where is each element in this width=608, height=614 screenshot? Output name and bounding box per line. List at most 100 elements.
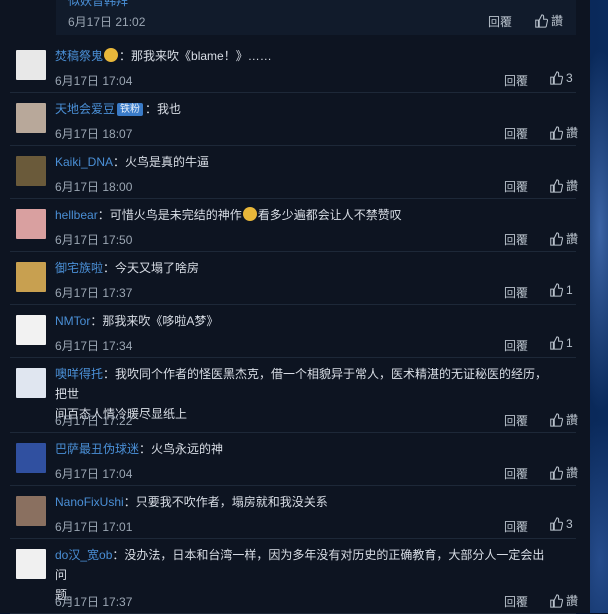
comment-item: hellbear：可惜火鸟是未完结的神作 看多少遍都会让人不禁赞叹 6月17日 17…: [0, 199, 590, 252]
like-count: 讚: [566, 413, 579, 427]
nested-reply: 似妖音韩拜 6月17日 21:02 回覆 讚: [56, 0, 576, 35]
avatar[interactable]: [16, 262, 46, 292]
avatar[interactable]: [16, 496, 46, 526]
like-label: 讚: [551, 14, 564, 28]
thumbs-up-icon: [550, 178, 563, 193]
like-button[interactable]: 讚: [549, 230, 578, 247]
thumbs-up-icon: [550, 336, 563, 350]
comment-item: NMTor：那我来吹《哆啦A梦》 6月17日 17:34 回覆 1: [0, 305, 590, 358]
like-count: 1: [566, 283, 573, 297]
username[interactable]: 天地会爱豆: [55, 102, 115, 116]
like-button[interactable]: 讚: [549, 177, 578, 194]
comment-body: ：只要我不吹作者，塌房就和我没关系: [123, 495, 328, 509]
thumbs-up-icon: [550, 71, 563, 85]
comment-body: ：我吹同个作者的怪医黑杰克，借一个相貌异于常人，医术精湛的无证秘医的经历，把世: [55, 367, 548, 401]
reply-button[interactable]: 回覆: [504, 125, 528, 142]
avatar[interactable]: [16, 156, 46, 186]
avatar[interactable]: [16, 368, 46, 398]
nested-reply-username[interactable]: 似妖音韩拜: [68, 0, 128, 9]
thumbs-up-icon: [550, 412, 563, 427]
like-button[interactable]: 3: [549, 517, 573, 531]
like-button[interactable]: 讚: [549, 411, 578, 428]
comment-text: 巴萨最丑伪球迷：火鸟永远的神: [55, 439, 555, 459]
like-button[interactable]: 3: [549, 71, 573, 85]
comment-body: ：今天又塌了啥房: [103, 261, 200, 275]
comment-time: 6月17日 17:37: [55, 595, 133, 609]
reply-button[interactable]: 回覆: [504, 284, 528, 301]
like-count: 3: [566, 71, 573, 85]
comment-item: Kaiki_DNA：火鸟是真的牛逼 6月17日 18:00 回覆 讚: [0, 146, 590, 199]
like-count: 3: [566, 517, 573, 531]
comment-text: NanoFixUshi：只要我不吹作者，塌房就和我没关系: [55, 492, 555, 512]
username[interactable]: NanoFixUshi: [55, 495, 124, 509]
comment-item: NanoFixUshi：只要我不吹作者，塌房就和我没关系 6月17日 17:01 回…: [0, 486, 590, 539]
avatar[interactable]: [16, 50, 46, 80]
thumbs-up-icon: [550, 517, 563, 531]
comment-panel: 似妖音韩拜 6月17日 21:02 回覆 讚 焚稿祭鬼 ：那我来吹《blame！》…: [0, 0, 590, 614]
reply-button[interactable]: 回覆: [504, 337, 528, 354]
thumbs-up-icon: [550, 231, 563, 246]
reply-button[interactable]: 回覆: [504, 518, 528, 535]
comment-text: 御宅族啦：今天又塌了啥房: [55, 258, 555, 278]
comment-item: 噢咩得托：我吹同个作者的怪医黑杰克，借一个相貌异于常人，医术精湛的无证秘医的经历…: [0, 358, 590, 433]
thumbs-up-icon: [550, 125, 563, 140]
username[interactable]: 御宅族啦: [55, 261, 103, 275]
comment-text: 天地会爱豆 铁粉 ：我也: [55, 99, 555, 119]
reply-button[interactable]: 回覆: [504, 593, 528, 610]
comment-time: 6月17日 17:01: [55, 520, 133, 534]
comment-body: ：没办法，日本和台湾一样，因为多年没有对历史的正确教育，大部分人一定会出问: [55, 548, 545, 582]
comment-item: 焚稿祭鬼 ：那我来吹《blame！》…… 6月17日 17:04 回覆 3: [0, 40, 590, 93]
nested-reply-button[interactable]: 回覆: [488, 13, 512, 30]
username[interactable]: 噢咩得托: [55, 367, 103, 381]
username[interactable]: NMTor: [55, 314, 90, 328]
comment-time: 6月17日 17:04: [55, 467, 133, 481]
comment-time: 6月17日 17:50: [55, 233, 133, 247]
emoji-icon: [104, 48, 119, 62]
like-count: 讚: [566, 126, 579, 140]
like-count: 讚: [566, 594, 579, 608]
like-button[interactable]: 讚: [549, 464, 578, 481]
comment-body: ：火鸟是真的牛逼: [113, 155, 210, 169]
avatar[interactable]: [16, 443, 46, 473]
reply-button[interactable]: 回覆: [504, 231, 528, 248]
like-count: 讚: [566, 179, 579, 193]
avatar[interactable]: [16, 315, 46, 345]
comment-text: 焚稿祭鬼 ：那我来吹《blame！》……: [55, 46, 555, 66]
nested-reply-time: 6月17日 21:02: [68, 15, 146, 29]
reply-button[interactable]: 回覆: [504, 412, 528, 429]
like-button[interactable]: 讚: [549, 124, 578, 141]
comment-item: 御宅族啦：今天又塌了啥房 6月17日 17:37 回覆 1: [0, 252, 590, 305]
avatar[interactable]: [16, 103, 46, 133]
nested-like-button[interactable]: 讚: [534, 12, 563, 29]
comment-item: do汉_宽ob：没办法，日本和台湾一样，因为多年没有对历史的正确教育，大部分人一…: [0, 539, 590, 614]
like-count: 讚: [566, 466, 579, 480]
fan-badge: 铁粉: [117, 103, 144, 116]
emoji-icon: [242, 207, 257, 221]
username[interactable]: Kaiki_DNA: [55, 155, 113, 169]
comment-body: ：火鸟永远的神: [139, 442, 224, 456]
thumbs-up-icon: [550, 593, 563, 608]
username[interactable]: do汉_宽ob: [55, 548, 112, 562]
reply-button[interactable]: 回覆: [504, 72, 528, 89]
avatar[interactable]: [16, 209, 46, 239]
comment-time: 6月17日 17:22: [55, 414, 133, 428]
like-button[interactable]: 1: [549, 283, 573, 297]
reply-button[interactable]: 回覆: [504, 465, 528, 482]
comment-time: 6月17日 18:00: [55, 180, 133, 194]
username[interactable]: 巴萨最丑伪球迷: [55, 442, 139, 456]
username[interactable]: 焚稿祭鬼: [55, 49, 103, 63]
comment-time: 6月17日 17:37: [55, 286, 133, 300]
comment-body: ：那我来吹《哆啦A梦》: [90, 314, 219, 328]
like-button[interactable]: 讚: [549, 592, 578, 609]
like-count: 讚: [566, 232, 579, 246]
comment-body-continued: 看多少遍都会让人不禁赞叹: [257, 208, 402, 222]
like-button[interactable]: 1: [549, 336, 573, 350]
comment-item: 巴萨最丑伪球迷：火鸟永远的神 6月17日 17:04 回覆 讚: [0, 433, 590, 486]
comment-time: 6月17日 17:34: [55, 339, 133, 353]
reply-button[interactable]: 回覆: [504, 178, 528, 195]
avatar[interactable]: [16, 549, 46, 579]
comment-time: 6月17日 17:04: [55, 74, 133, 88]
username[interactable]: hellbear: [55, 208, 98, 222]
comment-time: 6月17日 18:07: [55, 127, 133, 141]
comment-text: hellbear：可惜火鸟是未完结的神作 看多少遍都会让人不禁赞叹: [55, 205, 555, 225]
